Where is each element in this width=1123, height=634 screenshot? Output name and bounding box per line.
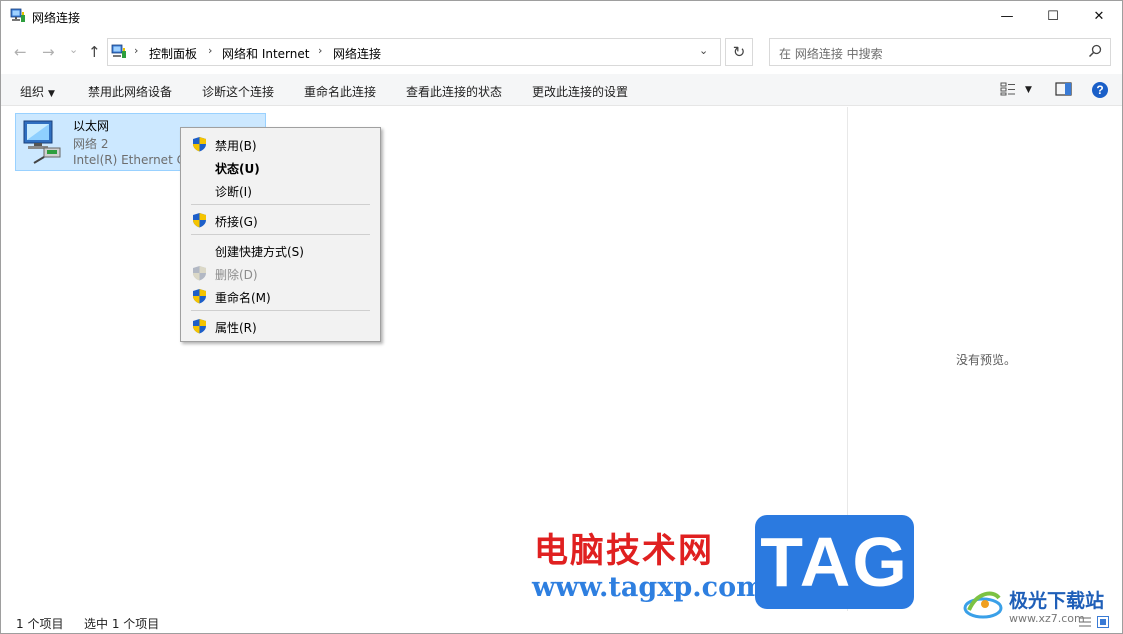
recent-locations-button[interactable]: ⌄	[69, 41, 78, 59]
address-row: ← → ⌄ ↑ › 控制面板 › 网络和 Internet › 网络连接 ⌄ ↻…	[1, 32, 1122, 73]
context-menu: 禁用(B) 状态(U) 诊断(I) 桥接(G) 创建快捷方式(S) 删除(D) …	[180, 127, 381, 342]
address-history-dropdown[interactable]: ⌄	[699, 44, 708, 57]
watermark-download-site: 极光下载站	[1009, 590, 1105, 612]
menu-item-label: 桥接(G)	[215, 215, 258, 229]
breadcrumb-network-connections[interactable]: 网络连接	[333, 45, 381, 62]
menu-item-label: 重命名(M)	[215, 291, 271, 305]
connection-device: Intel(R) Ethernet Connection	[73, 153, 181, 167]
breadcrumb-control-panel[interactable]: 控制面板	[149, 45, 197, 62]
search-icon	[1088, 44, 1102, 58]
view-options-icon	[1000, 82, 1015, 96]
menu-item-bridge[interactable]: 桥接(G)	[181, 209, 380, 231]
control-panel-icon	[111, 44, 126, 58]
caret-down-icon: ▼	[1025, 85, 1032, 95]
refresh-icon: ↻	[732, 43, 746, 61]
organize-label: 组织	[20, 85, 45, 99]
uac-shield-icon	[193, 266, 206, 281]
menu-separator	[191, 204, 370, 205]
search-input[interactable]: 在 网络连接 中搜索	[769, 38, 1111, 66]
menu-item-diagnose[interactable]: 诊断(I)	[181, 179, 380, 201]
help-icon: ?	[1092, 82, 1108, 98]
watermark-site-url: www.tagxp.com	[532, 572, 765, 603]
breadcrumb-network-internet[interactable]: 网络和 Internet	[222, 45, 309, 62]
organize-menu[interactable]: 组织 ▼	[20, 83, 55, 100]
selected-count: 选中 1 个项目	[84, 617, 160, 631]
chevron-down-icon: ⌄	[699, 44, 709, 57]
menu-item-label: 创建快捷方式(S)	[215, 245, 304, 259]
menu-item-label: 诊断(I)	[215, 185, 252, 199]
uac-shield-icon	[193, 213, 206, 228]
menu-separator	[191, 234, 370, 235]
breadcrumb-separator: ›	[318, 44, 323, 57]
large-icons-view-icon	[1096, 616, 1109, 628]
menu-item-label: 属性(R)	[215, 321, 257, 335]
uac-shield-icon	[193, 319, 206, 334]
connection-name: 以太网	[73, 119, 110, 133]
connection-network: 网络 2	[73, 137, 109, 151]
caret-down-icon: ▼	[48, 89, 55, 99]
menu-item-status[interactable]: 状态(U)	[181, 156, 380, 178]
change-view-button[interactable]	[1000, 81, 1016, 100]
minimize-button[interactable]: —	[984, 1, 1030, 32]
item-count: 1 个项目	[16, 617, 64, 631]
breadcrumb-separator: ›	[208, 44, 213, 57]
explorer-window: 网络连接 — ☐ ✕ ← → ⌄ ↑ › 控制面板 › 网络和 Internet…	[0, 0, 1123, 634]
preview-pane-icon	[1055, 82, 1072, 96]
watermark-site-name: 电脑技术网	[534, 531, 714, 571]
close-icon: ✕	[1093, 9, 1105, 24]
uac-shield-icon	[193, 137, 206, 152]
menu-item-rename[interactable]: 重命名(M)	[181, 285, 380, 307]
uac-shield-icon	[193, 289, 206, 304]
status-bar: 1 个项目 选中 1 个项目	[1, 611, 1122, 633]
view-dropdown[interactable]: ▼	[1025, 85, 1032, 95]
menu-item-label: 删除(D)	[215, 268, 258, 282]
chevron-down-icon: ⌄	[69, 43, 79, 56]
window-title: 网络连接	[32, 11, 81, 25]
network-connections-icon	[10, 8, 25, 22]
refresh-button[interactable]: ↻	[725, 38, 753, 66]
watermark-download-url: www.xz7.com	[1009, 612, 1085, 625]
watermark-tag-logo: TAG	[755, 515, 914, 609]
watermark-tag-text: TAG	[760, 523, 909, 601]
arrow-right-icon: →	[42, 43, 55, 61]
aurora-logo-icon	[963, 591, 1003, 619]
maximize-button[interactable]: ☐	[1030, 1, 1076, 32]
rename-button[interactable]: 重命名此连接	[304, 83, 376, 100]
forward-button[interactable]: →	[42, 43, 55, 61]
close-button[interactable]: ✕	[1076, 1, 1122, 32]
disable-device-button[interactable]: 禁用此网络设备	[88, 83, 172, 100]
arrow-up-icon: ↑	[88, 43, 101, 61]
help-button[interactable]: ?	[1091, 81, 1109, 102]
no-preview-text: 没有预览。	[956, 353, 1017, 367]
address-bar[interactable]: › 控制面板 › 网络和 Internet › 网络连接 ⌄	[107, 38, 721, 66]
file-list[interactable]: 以太网 网络 2 Intel(R) Ethernet Connection	[1, 107, 847, 611]
menu-item-disable[interactable]: 禁用(B)	[181, 133, 380, 155]
menu-item-properties[interactable]: 属性(R)	[181, 315, 380, 337]
search-placeholder: 在 网络连接 中搜索	[779, 47, 883, 61]
up-button[interactable]: ↑	[88, 43, 101, 61]
minimize-icon: —	[1000, 9, 1014, 24]
breadcrumb-separator: ›	[134, 44, 139, 57]
back-button[interactable]: ←	[14, 43, 27, 61]
diagnose-button[interactable]: 诊断这个连接	[202, 83, 274, 100]
change-settings-button[interactable]: 更改此连接的设置	[532, 83, 628, 100]
maximize-icon: ☐	[1047, 9, 1059, 24]
menu-item-create-shortcut[interactable]: 创建快捷方式(S)	[181, 239, 380, 261]
preview-pane-button[interactable]	[1055, 81, 1072, 100]
command-bar: 组织 ▼ 禁用此网络设备 诊断这个连接 重命名此连接 查看此连接的状态 更改此连接…	[1, 74, 1122, 106]
arrow-left-icon: ←	[14, 43, 27, 61]
help-glyph: ?	[1096, 83, 1103, 97]
ethernet-adapter-icon	[23, 120, 61, 164]
title-bar: 网络连接 — ☐ ✕	[1, 1, 1122, 32]
menu-separator	[191, 310, 370, 311]
menu-item-label: 禁用(B)	[215, 139, 257, 153]
menu-item-label: 状态(U)	[215, 162, 260, 176]
view-status-button[interactable]: 查看此连接的状态	[406, 83, 502, 100]
menu-item-delete: 删除(D)	[181, 262, 380, 284]
